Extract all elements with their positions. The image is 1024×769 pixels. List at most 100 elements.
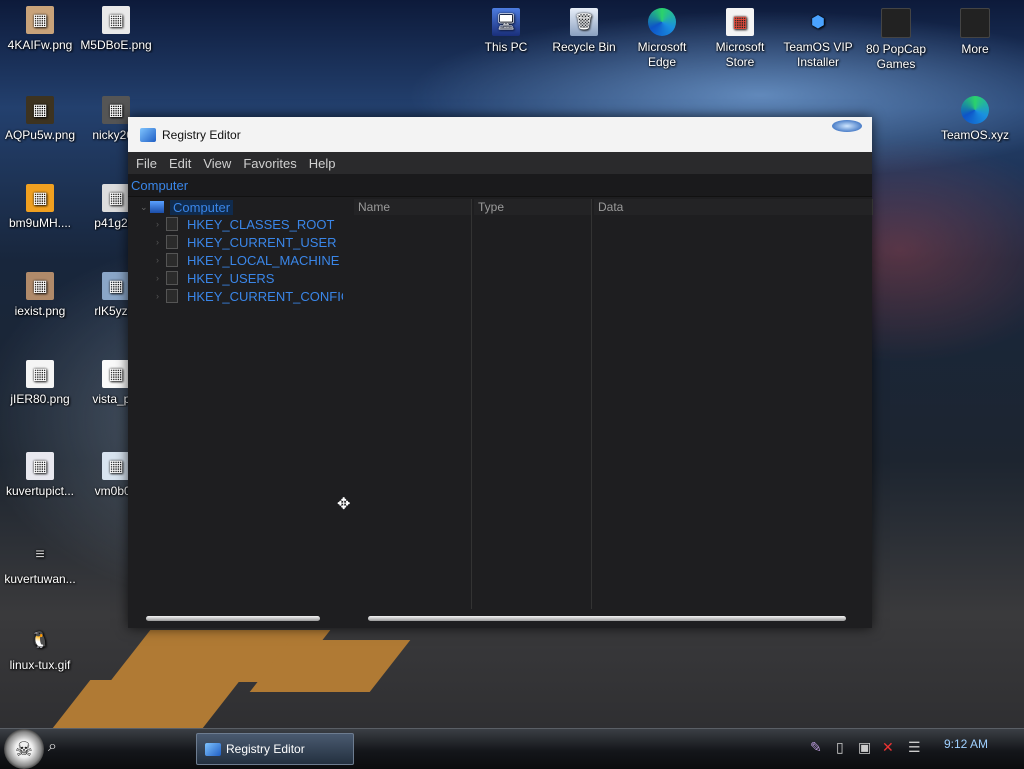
taskbar-item-registry-editor[interactable]: Registry Editor xyxy=(196,733,354,765)
pen-icon[interactable]: ✎ xyxy=(810,739,822,756)
desktop-icon-label: kuvertupict... xyxy=(5,484,75,498)
tree-item-label: HKEY_CURRENT_CONFIG xyxy=(187,288,343,304)
edge-icon xyxy=(961,96,989,124)
desktop-icon[interactable]: ≡ kuvertuwan... xyxy=(0,540,80,587)
expand-arrow-icon[interactable]: › xyxy=(156,219,166,229)
tree-item-hkey-current-user[interactable]: › HKEY_CURRENT_USER xyxy=(156,233,343,251)
image-icon: ▦ xyxy=(102,96,130,124)
window-control-orb-icon[interactable] xyxy=(832,120,862,132)
expand-arrow-icon[interactable]: › xyxy=(156,291,166,301)
key-tree: ⌄ Computer › HKEY_CLASSES_ROOT › HKEY_CU… xyxy=(128,199,350,607)
desktop-icon[interactable]: ▦ kuvertupict... xyxy=(0,452,80,499)
image-icon: ▦ xyxy=(26,452,54,480)
installer-icon: ⬢ xyxy=(811,13,825,31)
computer-icon xyxy=(150,201,164,213)
registry-editor-window[interactable]: Registry Editor File Edit View Favorites… xyxy=(128,117,873,628)
menu-help[interactable]: Help xyxy=(303,156,342,171)
menu-edit[interactable]: Edit xyxy=(163,156,197,171)
column-divider xyxy=(591,199,592,609)
desktop-icon-popcap[interactable]: 80 PopCap Games xyxy=(856,8,936,72)
desktop-icon-label: TeamOS VIP Installer xyxy=(783,40,853,69)
volume-slider-icon[interactable]: ☰ xyxy=(908,739,921,756)
desktop-icon-label: jIER80.png xyxy=(10,392,70,406)
clock[interactable]: 9:12 AM xyxy=(944,737,988,751)
column-header-type[interactable]: Type xyxy=(474,199,592,215)
image-icon: ▦ xyxy=(26,6,54,34)
desktop-icon[interactable]: ▦ bm9uMH.... xyxy=(0,184,80,231)
folder-icon xyxy=(960,8,990,38)
desktop-icon-store[interactable]: ▦ Microsoft Store xyxy=(700,8,780,70)
move-cursor-icon: ✥ xyxy=(337,496,351,513)
desktop-icon[interactable]: ▦ jIER80.png xyxy=(0,360,80,407)
tree-item-hkey-local-machine[interactable]: › HKEY_LOCAL_MACHINE xyxy=(156,251,343,269)
window-title: Registry Editor xyxy=(162,127,241,142)
image-icon: ▦ xyxy=(26,360,54,388)
desktop-icon-label: Microsoft Edge xyxy=(637,40,687,69)
expand-arrow-icon[interactable]: › xyxy=(156,273,166,283)
address-path: Computer xyxy=(131,177,189,193)
tree-item-label: HKEY_CURRENT_USER xyxy=(187,234,337,250)
desktop-icon-label: 80 PopCap Games xyxy=(865,42,927,71)
tree-item-hkey-current-config[interactable]: › HKEY_CURRENT_CONFIG xyxy=(156,287,343,305)
folder-icon xyxy=(166,271,178,285)
usb-drive-icon[interactable]: ▯ xyxy=(836,739,844,756)
desktop-icon-this-pc[interactable]: 🖥 This PC xyxy=(466,8,546,55)
folder-icon xyxy=(881,8,911,38)
desktop-icon-label: kuvertuwan... xyxy=(4,572,76,586)
desktop-icon-recycle-bin[interactable]: 🗑 Recycle Bin xyxy=(544,8,624,55)
image-icon: ▦ xyxy=(102,360,130,388)
taskbar: ☠ ⌕ Registry Editor ✎ ▯ ▣ ✕ ☰ 9:12 AM xyxy=(0,728,1024,769)
start-button[interactable]: ☠ xyxy=(4,729,44,769)
computer-icon: 🖥 xyxy=(492,8,520,36)
column-header-data[interactable]: Data xyxy=(594,199,873,215)
menu-bar: File Edit View Favorites Help xyxy=(128,152,872,174)
column-header-name[interactable]: Name xyxy=(354,199,472,215)
expand-arrow-icon[interactable]: › xyxy=(156,255,166,265)
edge-icon xyxy=(648,8,676,36)
desktop-icon-more[interactable]: More xyxy=(935,8,1015,57)
menu-view[interactable]: View xyxy=(197,156,237,171)
recycle-bin-icon: 🗑 xyxy=(570,8,598,36)
network-icon[interactable]: ▣ xyxy=(858,739,871,756)
tree-item-hkey-users[interactable]: › HKEY_USERS xyxy=(156,269,343,287)
registry-editor-icon xyxy=(140,127,156,142)
desktop-icon[interactable]: ▦ M5DBoE.png xyxy=(76,6,156,53)
desktop-icon-label: This PC xyxy=(484,40,528,54)
tree-root-computer[interactable]: ⌄ Computer xyxy=(140,199,234,215)
tux-icon: 🐧 xyxy=(30,631,50,649)
taskbar-item-label: Registry Editor xyxy=(226,742,305,756)
desktop-icon-label: linux-tux.gif xyxy=(9,658,71,672)
close-icon[interactable]: ✕ xyxy=(882,739,894,756)
store-icon: ▦ xyxy=(726,8,754,36)
desktop-icon[interactable]: 🐧 linux-tux.gif xyxy=(0,626,80,673)
desktop-icon-edge[interactable]: Microsoft Edge xyxy=(622,8,702,70)
expand-arrow-icon[interactable]: ⌄ xyxy=(140,202,150,213)
image-icon: ▦ xyxy=(26,272,54,300)
desktop-icon-label: bm9uMH.... xyxy=(8,216,71,230)
registry-editor-icon xyxy=(205,742,221,756)
desktop-icon[interactable]: ▦ 4KAIFw.png xyxy=(0,6,80,53)
image-icon: ▦ xyxy=(102,272,130,300)
desktop-icon-label: Recycle Bin xyxy=(552,40,616,54)
title-bar[interactable]: Registry Editor xyxy=(128,117,872,152)
image-icon: ≡ xyxy=(35,545,45,563)
expand-arrow-icon[interactable]: › xyxy=(156,237,166,247)
tree-root-label: Computer xyxy=(170,199,234,215)
desktop-icon-label: M5DBoE.png xyxy=(80,38,152,52)
tree-horizontal-scrollbar[interactable] xyxy=(146,616,320,621)
desktop-icon[interactable]: ▦ AQPu5w.png xyxy=(0,96,80,143)
address-bar[interactable]: Computer xyxy=(128,174,872,197)
desktop-icon-label: 4KAIFw.png xyxy=(7,38,73,52)
values-horizontal-scrollbar[interactable] xyxy=(368,616,846,621)
search-icon[interactable]: ⌕ xyxy=(48,738,57,756)
desktop-icon[interactable]: ▦ iexist.png xyxy=(0,272,80,319)
menu-file[interactable]: File xyxy=(130,156,163,171)
tree-item-label: HKEY_CLASSES_ROOT xyxy=(187,216,335,232)
desktop-icon-teamos-xyz[interactable]: TeamOS.xyz xyxy=(935,96,1015,143)
folder-icon xyxy=(166,289,178,303)
tree-item-hkey-classes-root[interactable]: › HKEY_CLASSES_ROOT xyxy=(156,215,343,233)
desktop-icon-teamos-installer[interactable]: ⬢ TeamOS VIP Installer xyxy=(778,8,858,70)
menu-favorites[interactable]: Favorites xyxy=(237,156,302,171)
image-icon: ▦ xyxy=(102,452,130,480)
desktop-icon-label: TeamOS.xyz xyxy=(940,128,1009,142)
